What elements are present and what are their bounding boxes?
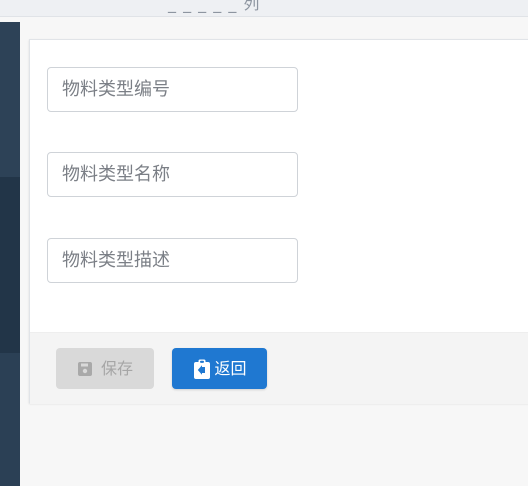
partial-window-title: _ _ _ _ _ 列 xyxy=(168,0,261,13)
material-type-form-card: 保存 返回 xyxy=(29,39,528,404)
app-viewport: _ _ _ _ _ 列 保存 xyxy=(0,0,528,486)
material-type-name-input[interactable] xyxy=(48,153,297,196)
material-type-code-input[interactable] xyxy=(48,68,297,111)
form-footer: 保存 返回 xyxy=(30,332,528,404)
back-button-label: 返回 xyxy=(214,358,247,378)
material-type-name-field[interactable] xyxy=(47,152,298,197)
save-button[interactable]: 保存 xyxy=(56,348,154,389)
sidebar-section-active[interactable] xyxy=(0,177,20,353)
sidebar-section-lower[interactable] xyxy=(0,353,20,486)
material-type-description-input[interactable] xyxy=(48,239,297,282)
material-type-description-field[interactable] xyxy=(47,238,298,283)
save-icon xyxy=(77,361,93,377)
clipboard-back-icon xyxy=(192,358,212,380)
top-header-strip: _ _ _ _ _ 列 xyxy=(0,0,528,17)
save-button-label: 保存 xyxy=(100,358,133,378)
back-button[interactable]: 返回 xyxy=(172,348,267,389)
material-type-code-field[interactable] xyxy=(47,67,298,112)
left-sidebar[interactable] xyxy=(0,22,20,486)
